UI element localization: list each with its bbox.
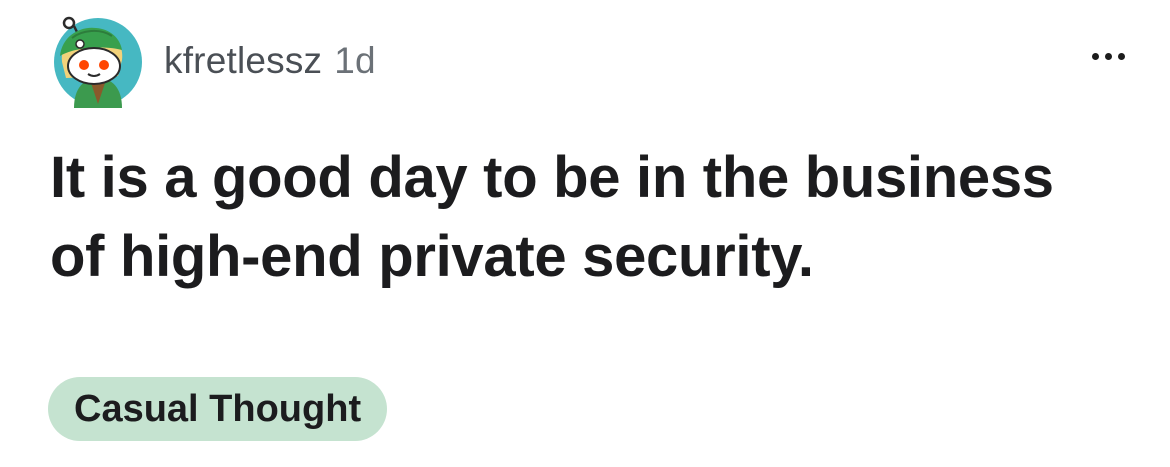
more-options-icon-dot bbox=[1104, 52, 1112, 60]
avatar[interactable] bbox=[52, 16, 144, 108]
post-meta: kfretlessz 1d bbox=[164, 40, 376, 82]
snoo-avatar-icon bbox=[54, 16, 142, 108]
more-options-icon-dot bbox=[1117, 52, 1125, 60]
more-options-icon bbox=[1091, 52, 1099, 60]
post-title[interactable]: It is a good day to be in the business o… bbox=[50, 138, 1090, 296]
post-header: kfretlessz 1d bbox=[52, 16, 1132, 108]
post-age: 1d bbox=[334, 40, 376, 81]
author-username[interactable]: kfretlessz bbox=[164, 40, 322, 81]
post-flair[interactable]: Casual Thought bbox=[48, 377, 388, 441]
post-card: kfretlessz 1d It is a good day to be in t… bbox=[0, 0, 1170, 467]
more-options-button[interactable] bbox=[1084, 46, 1132, 66]
